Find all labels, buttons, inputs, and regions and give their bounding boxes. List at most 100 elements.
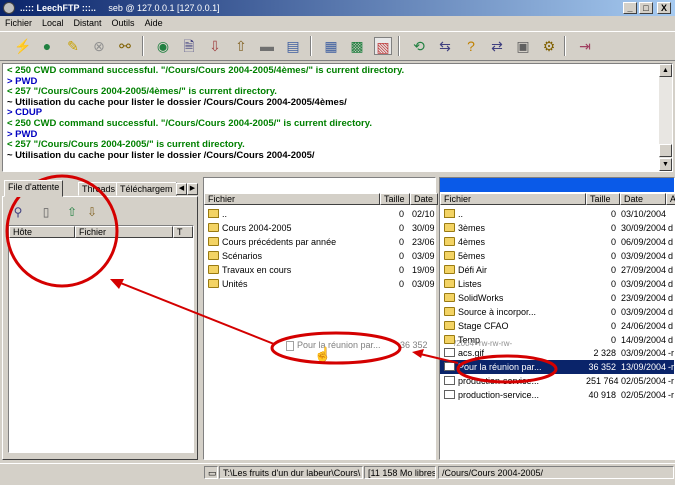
- col-local-name[interactable]: Fichier: [204, 193, 380, 205]
- upload-icon[interactable]: ⇧: [232, 37, 250, 55]
- close-button[interactable]: X: [657, 2, 671, 14]
- queue-toolbar: ⚲ ▯ ⇧ ⇩: [7, 203, 193, 223]
- menu-aide[interactable]: Aide: [140, 16, 168, 30]
- remote-row[interactable]: Listes 0 03/09/2004 d: [440, 277, 674, 291]
- drag-file-name: Pour la réunion par...: [297, 340, 381, 350]
- remote-row[interactable]: acs.gif 2 328 03/09/2004 -r: [440, 346, 674, 360]
- remote-row[interactable]: Source à incorpor... 0 03/09/2004 d: [440, 305, 674, 319]
- queue-search-icon[interactable]: ⚲: [9, 203, 27, 221]
- text-icon[interactable]: ▦: [322, 37, 340, 55]
- local-row[interactable]: Travaux en cours 0 19/09: [204, 263, 435, 277]
- settings-icon[interactable]: ⚙: [540, 37, 558, 55]
- local-row[interactable]: .. 0 02/10: [204, 207, 435, 221]
- col-local-date[interactable]: Date: [410, 193, 438, 205]
- drag-ghost-attr: /2004 -rw-rw-rw-: [454, 339, 513, 348]
- view-icon[interactable]: 🗎: [180, 37, 198, 55]
- app-icon: [3, 2, 15, 14]
- properties-icon[interactable]: ▤: [284, 37, 302, 55]
- remote-row[interactable]: .. 0 03/10/2004: [440, 207, 674, 221]
- tab-file-attente[interactable]: File d'attente: [4, 180, 64, 197]
- queue-list[interactable]: Hôte Fichier T: [8, 225, 194, 453]
- col-remote-date[interactable]: Date: [620, 193, 666, 205]
- col-local-size[interactable]: Taille: [380, 193, 410, 205]
- local-row[interactable]: Scénarios 0 03/09: [204, 249, 435, 263]
- disconnect-icon[interactable]: ⚯: [116, 37, 134, 55]
- folder-icon: [444, 307, 455, 316]
- toolbar-separator: [398, 36, 400, 56]
- local-file-list[interactable]: Fichier Taille Date .. 0 02/10 Cours 2004-…: [203, 177, 438, 460]
- stop-icon[interactable]: ⊗: [90, 37, 108, 55]
- menu-bar: Fichier Local Distant Outils Aide: [0, 16, 675, 30]
- queue-clear-icon[interactable]: ⇩: [83, 203, 101, 221]
- log-line: < 250 CWD command successful. "/Cours/Co…: [7, 65, 405, 76]
- col-remote-name[interactable]: Fichier: [440, 193, 586, 205]
- folder-transfer-icon[interactable]: ⇄: [488, 37, 506, 55]
- image-icon[interactable]: ▩: [348, 37, 366, 55]
- queue-new-icon[interactable]: ▯: [37, 203, 55, 221]
- sync-icon[interactable]: ⟲: [410, 37, 428, 55]
- maximize-button[interactable]: □: [639, 2, 653, 14]
- help-icon[interactable]: ?: [462, 37, 480, 55]
- queue-icon[interactable]: ▣: [514, 37, 532, 55]
- menu-fichier[interactable]: Fichier: [0, 16, 37, 30]
- minimize-button[interactable]: _: [623, 2, 637, 14]
- remote-row[interactable]: 4èmes 0 06/09/2004 d: [440, 235, 674, 249]
- folder-icon: [444, 265, 455, 274]
- col-t[interactable]: T: [173, 226, 193, 238]
- local-row[interactable]: Cours 2004-2005 0 30/09: [204, 221, 435, 235]
- tab-left-icon[interactable]: ◀: [176, 183, 187, 195]
- scroll-up-icon[interactable]: ▲: [659, 64, 672, 77]
- tab-threads[interactable]: Threads: [78, 182, 120, 196]
- folder-icon: [444, 293, 455, 302]
- exit-icon[interactable]: ⇥: [576, 37, 594, 55]
- tab-right-icon[interactable]: ▶: [187, 183, 198, 195]
- connect-icon[interactable]: ⚡: [14, 37, 32, 55]
- leechftp-window: ..::: LeechFTP :::.. seb @ 127.0.0.1 [12…: [0, 0, 675, 485]
- folder-icon: [444, 251, 455, 260]
- remote-row-selected[interactable]: Pour la réunion par... 36 352 13/09/2004 -r: [440, 360, 674, 374]
- folder-icon: [444, 223, 455, 232]
- window-subtitle: seb @ 127.0.0.1 [127.0.0.1]: [108, 3, 220, 13]
- col-host[interactable]: Hôte: [9, 226, 75, 238]
- toolbar: ⚡ ● ✎ ⊗ ⚯ ◉ 🗎 ⇩ ⇧ ▬ ▤ ▦ ▩ ▧ ⟲ ⇆ ? ⇄ ▣ ⚙ …: [0, 31, 675, 61]
- local-row[interactable]: Unités 0 03/09: [204, 277, 435, 291]
- remote-row[interactable]: 5èmes 0 03/09/2004 d: [440, 249, 674, 263]
- local-header: Fichier Taille Date: [204, 193, 438, 206]
- folder-icon: [444, 321, 455, 330]
- remote-row[interactable]: Stage CFAO 0 24/06/2004 d: [440, 319, 674, 333]
- remote-row[interactable]: 3èmes 0 30/09/2004 d: [440, 221, 674, 235]
- col-remote-attr[interactable]: A: [666, 193, 675, 205]
- remote-active-bar: [440, 178, 674, 192]
- globe-icon[interactable]: ●: [38, 37, 56, 55]
- log-scrollbar[interactable]: ▲ ▼: [659, 64, 672, 171]
- remote-row[interactable]: production-service... 40 918 02/05/2004 -r: [440, 388, 674, 402]
- menu-local[interactable]: Local: [37, 16, 69, 30]
- transfer-icon[interactable]: ⇆: [436, 37, 454, 55]
- col-remote-size[interactable]: Taille: [586, 193, 620, 205]
- queue-panel: File d'attente Threads Téléchargem ◀ ▶ ⚲ …: [2, 177, 198, 460]
- log-line: ~ Utilisation du cache pour lister le do…: [7, 96, 347, 108]
- scroll-thumb[interactable]: [659, 144, 672, 157]
- remote-row[interactable]: SolidWorks 0 23/09/2004 d: [440, 291, 674, 305]
- status-bar: ▭ T:\Les fruits d'un dur labeur\Cours\ […: [0, 463, 675, 479]
- local-row[interactable]: Cours précédents par année 0 23/06: [204, 235, 435, 249]
- command-log[interactable]: < 250 CWD command successful. "/Cours/Co…: [2, 63, 673, 172]
- edit-icon[interactable]: ✎: [64, 37, 82, 55]
- remote-file-list[interactable]: Fichier Taille Date A ..003/10/2004 3ème…: [439, 177, 675, 460]
- refresh-icon[interactable]: ◉: [154, 37, 172, 55]
- file-icon[interactable]: ▧: [374, 37, 392, 55]
- status-free-space: [11 158 Mo libres]: [364, 466, 436, 479]
- drag-file-size: 36 352: [400, 340, 428, 350]
- scroll-down-icon[interactable]: ▼: [659, 158, 672, 171]
- col-file[interactable]: Fichier: [75, 226, 173, 238]
- menu-distant[interactable]: Distant: [69, 16, 107, 30]
- new-folder-icon[interactable]: ▬: [258, 37, 276, 55]
- menu-outils[interactable]: Outils: [107, 16, 140, 30]
- tab-telechargements[interactable]: Téléchargem: [116, 182, 177, 196]
- title-bar[interactable]: ..::: LeechFTP :::.. seb @ 127.0.0.1 [12…: [0, 0, 675, 16]
- remote-row[interactable]: production-service... 251 764 02/05/2004 -r: [440, 374, 674, 388]
- folder-icon: [208, 223, 219, 232]
- queue-start-icon[interactable]: ⇧: [63, 203, 81, 221]
- download-icon[interactable]: ⇩: [206, 37, 224, 55]
- remote-row[interactable]: Défi Air 0 27/09/2004 d: [440, 263, 674, 277]
